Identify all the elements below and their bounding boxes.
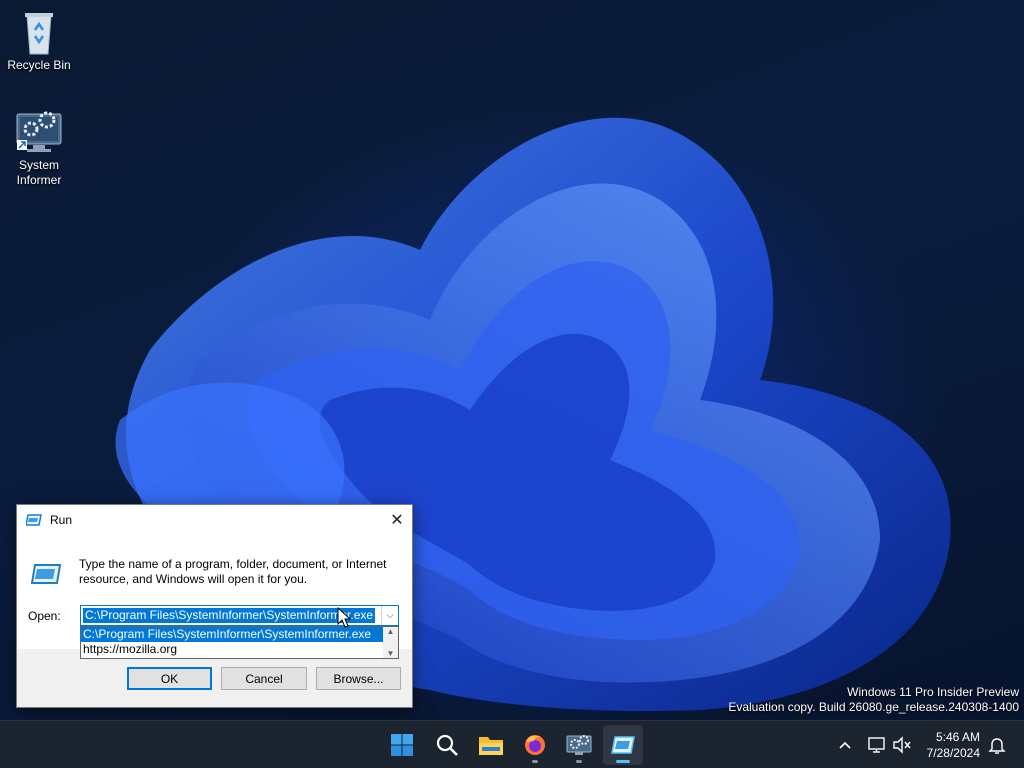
run-title: Run bbox=[50, 513, 73, 527]
scroll-down-arrow-icon[interactable]: ▼ bbox=[387, 649, 395, 658]
run-titlebar[interactable]: Run ✕ bbox=[17, 505, 412, 535]
run-icon bbox=[26, 514, 42, 526]
file-explorer-icon bbox=[479, 737, 503, 755]
active-indicator bbox=[616, 760, 630, 763]
desktop-icon-recycle-bin[interactable]: Recycle Bin bbox=[1, 8, 77, 73]
recycle-bin-label: Recycle Bin bbox=[7, 58, 71, 72]
close-button[interactable]: ✕ bbox=[382, 505, 412, 535]
browse-button[interactable]: Browse... bbox=[316, 667, 401, 690]
open-input[interactable]: C:\Program Files\SystemInformer\SystemIn… bbox=[83, 608, 376, 623]
close-icon: ✕ bbox=[390, 512, 404, 529]
mouse-cursor-icon bbox=[337, 607, 351, 628]
volume-button[interactable] bbox=[890, 733, 914, 757]
taskbar-file-explorer[interactable] bbox=[471, 725, 511, 765]
chevron-down-icon: ⌵ bbox=[386, 610, 394, 620]
desktop: Recycle Bin System Informer Windows 11 P… bbox=[0, 0, 1024, 720]
system-informer-label: System Informer bbox=[16, 158, 62, 187]
taskbar-run[interactable] bbox=[603, 725, 643, 765]
open-combobox[interactable]: C:\Program Files\SystemInformer\SystemIn… bbox=[80, 605, 399, 626]
firefox-icon bbox=[525, 735, 545, 755]
clock[interactable]: 5:46 AM 7/28/2024 bbox=[927, 729, 980, 761]
watermark-line-2: Evaluation copy. Build 26080.ge_release.… bbox=[728, 700, 1019, 714]
network-button[interactable] bbox=[865, 733, 889, 757]
start-button[interactable] bbox=[382, 725, 422, 765]
run-dialog: Run ✕ Type the name of a program, folder… bbox=[16, 504, 413, 708]
open-dropdown-list: C:\Program Files\SystemInformer\SystemIn… bbox=[80, 626, 399, 659]
system-informer-icon bbox=[566, 735, 592, 755]
taskbar: 5:46 AM 7/28/2024 bbox=[0, 720, 1024, 768]
dropdown-item[interactable]: https://mozilla.org bbox=[81, 642, 398, 657]
run-icon bbox=[611, 736, 635, 754]
scroll-up-arrow-icon[interactable]: ▲ bbox=[387, 627, 395, 636]
open-label: Open: bbox=[28, 609, 61, 623]
watermark-line-1: Windows 11 Pro Insider Preview bbox=[847, 685, 1019, 699]
system-informer-icon bbox=[15, 108, 63, 156]
running-indicator bbox=[532, 760, 538, 763]
show-hidden-icons-button[interactable] bbox=[833, 733, 857, 757]
bell-icon bbox=[988, 738, 1006, 754]
evaluation-watermark: Windows 11 Pro Insider Preview Evaluatio… bbox=[728, 685, 1019, 715]
dropdown-item[interactable]: C:\Program Files\SystemInformer\SystemIn… bbox=[81, 627, 383, 642]
cancel-button[interactable]: Cancel bbox=[221, 667, 307, 690]
running-indicator bbox=[576, 760, 582, 763]
run-description: Type the name of a program, folder, docu… bbox=[79, 557, 387, 586]
volume-muted-icon bbox=[893, 736, 911, 754]
clock-date: 7/28/2024 bbox=[926, 746, 980, 760]
windows-start-icon bbox=[391, 734, 413, 756]
network-icon bbox=[868, 737, 885, 753]
notifications-button[interactable] bbox=[985, 733, 1009, 757]
run-program-icon bbox=[31, 564, 61, 584]
ok-button[interactable]: OK bbox=[127, 667, 212, 690]
taskbar-firefox[interactable] bbox=[515, 725, 555, 765]
recycle-bin-icon bbox=[15, 8, 63, 56]
search-icon bbox=[436, 734, 458, 756]
dropdown-button[interactable]: ⌵ bbox=[381, 606, 398, 625]
dropdown-scrollbar[interactable]: ▲ ▼ bbox=[383, 627, 398, 658]
desktop-icon-system-informer[interactable]: System Informer bbox=[1, 108, 77, 188]
search-button[interactable] bbox=[427, 725, 467, 765]
clock-time: 5:46 AM bbox=[935, 730, 980, 744]
taskbar-system-informer[interactable] bbox=[559, 725, 599, 765]
chevron-up-icon bbox=[839, 741, 851, 749]
